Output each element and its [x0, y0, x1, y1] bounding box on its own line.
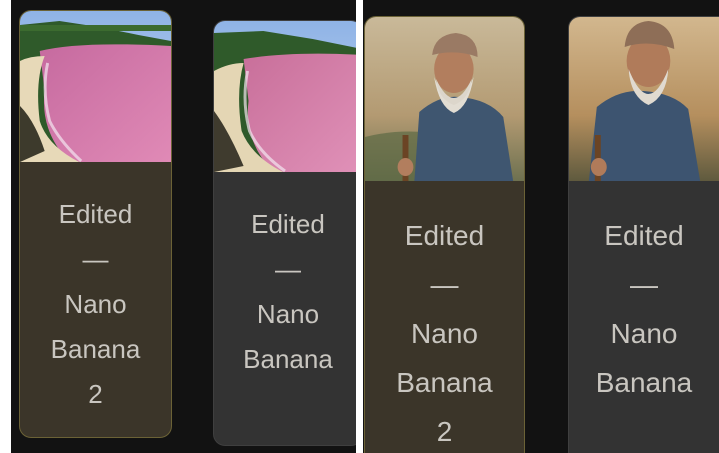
old-man-portrait-image	[569, 17, 719, 181]
card-label: Edited — Nano Banana 2	[365, 181, 524, 453]
old-man-portrait-image	[365, 17, 524, 181]
panel-divider	[356, 0, 363, 453]
separator-dash: —	[82, 244, 109, 274]
model-name-label: Nano	[411, 318, 478, 349]
model-card[interactable]: Edited — Nano Banana	[213, 20, 356, 446]
portrait-thumbnail	[569, 17, 719, 181]
model-name-label-2: Banana	[50, 334, 141, 364]
model-card-selected[interactable]: Edited — Nano Banana 2	[364, 16, 525, 453]
model-name-label-2: Banana	[243, 344, 333, 374]
portrait-thumbnail	[365, 17, 524, 181]
model-version-label: 2	[436, 416, 453, 447]
model-name-label-2: Banana	[595, 367, 693, 398]
edited-label: Edited	[58, 199, 133, 229]
model-version-label: 2	[88, 379, 103, 409]
edited-label: Edited	[404, 220, 485, 251]
model-name-label: Nano	[610, 318, 678, 349]
card-label: Edited — Nano Banana	[214, 172, 356, 445]
edited-label: Edited	[604, 220, 684, 251]
card-label: Edited — Nano Banana 2	[20, 162, 171, 437]
pink-beach-thumbnail	[214, 21, 356, 172]
edited-label: Edited	[251, 209, 325, 239]
card-label: Edited — Nano Banana	[569, 181, 719, 453]
model-name-label: Nano	[64, 289, 127, 319]
separator-dash: —	[430, 269, 459, 300]
pink-beach-image	[214, 21, 356, 172]
model-name-label-2: Banana	[396, 367, 493, 398]
model-card[interactable]: Edited — Nano Banana	[568, 16, 719, 453]
left-panel: Edited — Nano Banana 2 Edited — Nano Ban…	[11, 0, 356, 453]
pink-beach-thumbnail	[20, 11, 171, 162]
model-name-label: Nano	[256, 299, 320, 329]
model-card-selected[interactable]: Edited — Nano Banana 2	[19, 10, 172, 438]
pink-beach-image	[20, 11, 171, 162]
right-panel: Edited — Nano Banana 2 Edited — Nano Ban…	[363, 0, 719, 453]
separator-dash: —	[630, 269, 658, 300]
separator-dash: —	[275, 254, 301, 284]
